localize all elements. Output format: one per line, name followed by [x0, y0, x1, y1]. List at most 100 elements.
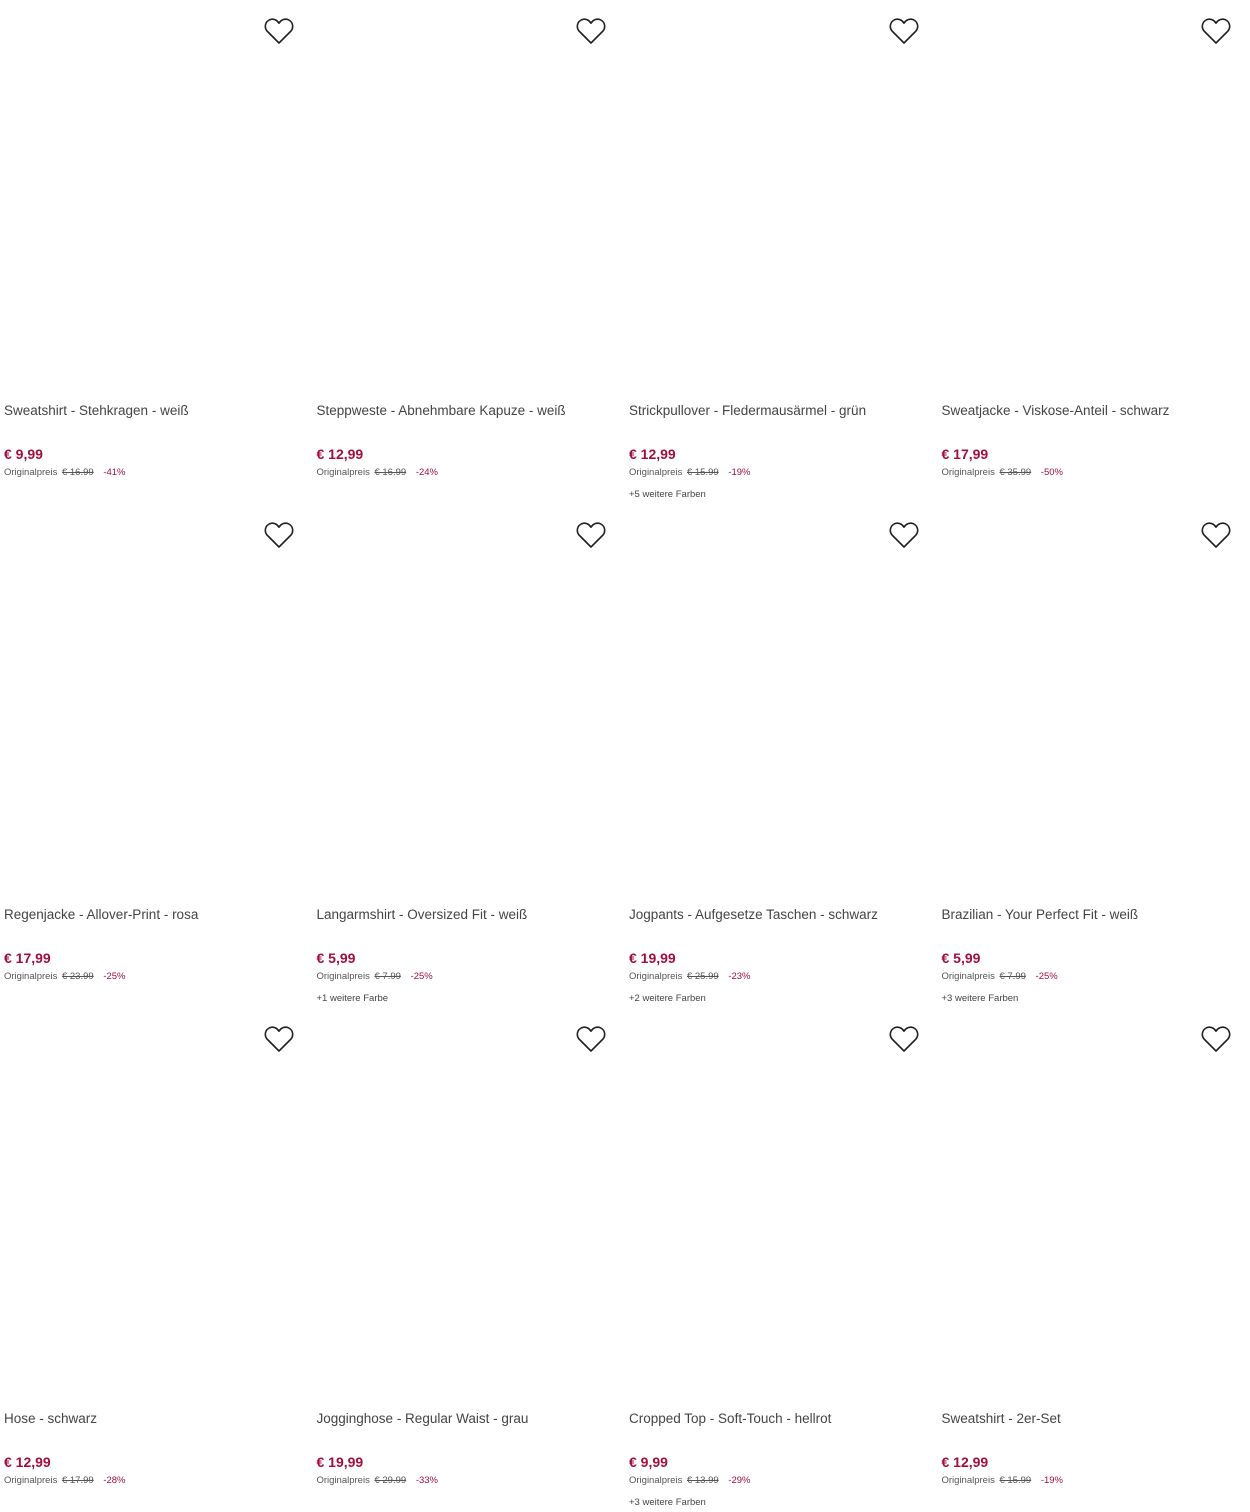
original-price-line: Originalpreis € 7.99 -25%: [317, 970, 622, 983]
product-image[interactable]: [4, 504, 309, 899]
original-price-line: Originalpreis € 29.99 -33%: [317, 1474, 622, 1487]
product-card[interactable]: Brazilian - Your Perfect Fit - weiß € 5,…: [938, 504, 1250, 1008]
original-price-line: Originalpreis € 15.99 -19%: [942, 1474, 1247, 1487]
wishlist-heart-icon[interactable]: [576, 1025, 606, 1053]
original-price-label: Originalpreis: [629, 971, 683, 982]
product-card[interactable]: Sweatjacke - Viskose-Anteil - schwarz € …: [938, 0, 1250, 504]
more-colors-link[interactable]: +3 weitere Farben: [629, 1496, 934, 1509]
discount-badge: -23%: [728, 971, 751, 982]
product-price: € 12,99: [941, 1454, 989, 1470]
product-title[interactable]: Cropped Top - Soft-Touch - hellrot: [629, 1403, 934, 1446]
product-price: € 9,99: [629, 1454, 668, 1470]
product-image[interactable]: [941, 504, 1246, 899]
original-price-label: Originalpreis: [4, 971, 58, 982]
product-image[interactable]: [316, 504, 621, 899]
discount-badge: -28%: [103, 1475, 126, 1486]
wishlist-heart-icon[interactable]: [889, 1025, 919, 1053]
original-price-line: Originalpreis € 23.99 -25%: [4, 970, 309, 983]
original-price-label: Originalpreis: [941, 467, 995, 478]
original-price-line: Originalpreis € 16.99 -41%: [4, 466, 309, 479]
product-card[interactable]: Sweatshirt - 2er-Set € 12,99 Originalpre…: [938, 1008, 1250, 1512]
wishlist-heart-icon[interactable]: [576, 17, 606, 45]
original-price: € 7.99: [999, 971, 1026, 982]
more-colors-link[interactable]: +2 weitere Farben: [629, 992, 934, 1005]
product-grid: Sweatshirt - Stehkragen - weiß € 9,99 Or…: [0, 0, 1250, 1512]
wishlist-heart-icon[interactable]: [1201, 521, 1231, 549]
product-image[interactable]: [629, 504, 934, 899]
wishlist-heart-icon[interactable]: [264, 1025, 294, 1053]
product-price: € 17,99: [4, 950, 51, 966]
product-card[interactable]: Hose - schwarz € 12,99 Originalpreis € 1…: [0, 1008, 313, 1512]
more-colors-link[interactable]: +5 weitere Farben: [629, 488, 934, 501]
product-image[interactable]: [316, 0, 621, 395]
product-title[interactable]: Jogpants - Aufgesetze Taschen - schwarz: [629, 899, 934, 942]
product-title[interactable]: Strickpullover - Fledermausärmel - grün: [629, 395, 934, 438]
wishlist-heart-icon[interactable]: [1201, 1025, 1231, 1053]
discount-badge: -33%: [415, 1475, 438, 1486]
product-image[interactable]: [941, 1008, 1246, 1403]
product-price: € 19,99: [629, 950, 676, 966]
original-price-label: Originalpreis: [629, 1475, 683, 1486]
wishlist-heart-icon[interactable]: [264, 17, 294, 45]
product-card[interactable]: Jogpants - Aufgesetze Taschen - schwarz …: [625, 504, 938, 1008]
product-card[interactable]: Jogginghose - Regular Waist - grau € 19,…: [313, 1008, 626, 1512]
original-price-line: Originalpreis € 15.99 -19%: [629, 466, 934, 479]
product-price: € 9,99: [4, 446, 43, 462]
product-card[interactable]: Regenjacke - Allover-Print - rosa € 17,9…: [0, 504, 313, 1008]
original-price-line: Originalpreis € 7.99 -25%: [942, 970, 1247, 983]
original-price: € 15.99: [686, 467, 719, 478]
discount-badge: -29%: [728, 1475, 751, 1486]
product-price: € 5,99: [316, 950, 356, 966]
product-price: € 5,99: [941, 950, 981, 966]
product-card[interactable]: Steppweste - Abnehmbare Kapuze - weiß € …: [313, 0, 626, 504]
wishlist-heart-icon[interactable]: [1201, 17, 1231, 45]
original-price-line: Originalpreis € 13.99 -29%: [629, 1474, 934, 1487]
discount-badge: -41%: [103, 467, 126, 478]
product-title[interactable]: Langarmshirt - Oversized Fit - weiß: [317, 899, 622, 942]
original-price-label: Originalpreis: [316, 971, 370, 982]
wishlist-heart-icon[interactable]: [889, 521, 919, 549]
product-card[interactable]: Cropped Top - Soft-Touch - hellrot € 9,9…: [625, 1008, 938, 1512]
discount-badge: -50%: [1040, 467, 1063, 478]
original-price-line: Originalpreis € 16.99 -24%: [317, 466, 622, 479]
product-title[interactable]: Sweatshirt - Stehkragen - weiß: [4, 395, 309, 438]
original-price: € 15.99: [999, 1475, 1032, 1486]
product-image[interactable]: [941, 0, 1246, 395]
original-price: € 7.99: [374, 971, 401, 982]
product-title[interactable]: Sweatjacke - Viskose-Anteil - schwarz: [942, 395, 1247, 438]
product-price: € 12,99: [629, 446, 676, 462]
product-image[interactable]: [629, 0, 934, 395]
product-title[interactable]: Brazilian - Your Perfect Fit - weiß: [942, 899, 1247, 942]
original-price: € 35.99: [999, 467, 1032, 478]
product-title[interactable]: Hose - schwarz: [4, 1403, 309, 1446]
product-card[interactable]: Langarmshirt - Oversized Fit - weiß € 5,…: [313, 504, 626, 1008]
original-price-label: Originalpreis: [941, 1475, 995, 1486]
original-price: € 16.99: [374, 467, 407, 478]
product-card[interactable]: Strickpullover - Fledermausärmel - grün …: [625, 0, 938, 504]
original-price: € 13.99: [686, 1475, 719, 1486]
original-price-line: Originalpreis € 25.99 -23%: [629, 970, 934, 983]
original-price-label: Originalpreis: [629, 467, 683, 478]
original-price: € 16.99: [61, 467, 94, 478]
product-image[interactable]: [4, 1008, 309, 1403]
wishlist-heart-icon[interactable]: [576, 521, 606, 549]
product-title[interactable]: Jogginghose - Regular Waist - grau: [317, 1403, 622, 1446]
product-image[interactable]: [4, 0, 309, 395]
product-title[interactable]: Regenjacke - Allover-Print - rosa: [4, 899, 309, 942]
product-price: € 12,99: [316, 446, 364, 462]
product-image[interactable]: [316, 1008, 621, 1403]
product-price: € 12,99: [4, 1454, 51, 1470]
more-colors-link[interactable]: +1 weitere Farbe: [317, 992, 622, 1005]
product-title[interactable]: Sweatshirt - 2er-Set: [942, 1403, 1247, 1446]
product-card[interactable]: Sweatshirt - Stehkragen - weiß € 9,99 Or…: [0, 0, 313, 504]
wishlist-heart-icon[interactable]: [889, 17, 919, 45]
product-title[interactable]: Steppweste - Abnehmbare Kapuze - weiß: [317, 395, 622, 438]
more-colors-link[interactable]: +3 weitere Farben: [942, 992, 1247, 1005]
wishlist-heart-icon[interactable]: [264, 521, 294, 549]
product-price: € 19,99: [316, 1454, 364, 1470]
discount-badge: -25%: [103, 971, 126, 982]
original-price-label: Originalpreis: [316, 467, 370, 478]
product-image[interactable]: [629, 1008, 934, 1403]
original-price: € 29.99: [374, 1475, 407, 1486]
discount-badge: -19%: [1040, 1475, 1063, 1486]
